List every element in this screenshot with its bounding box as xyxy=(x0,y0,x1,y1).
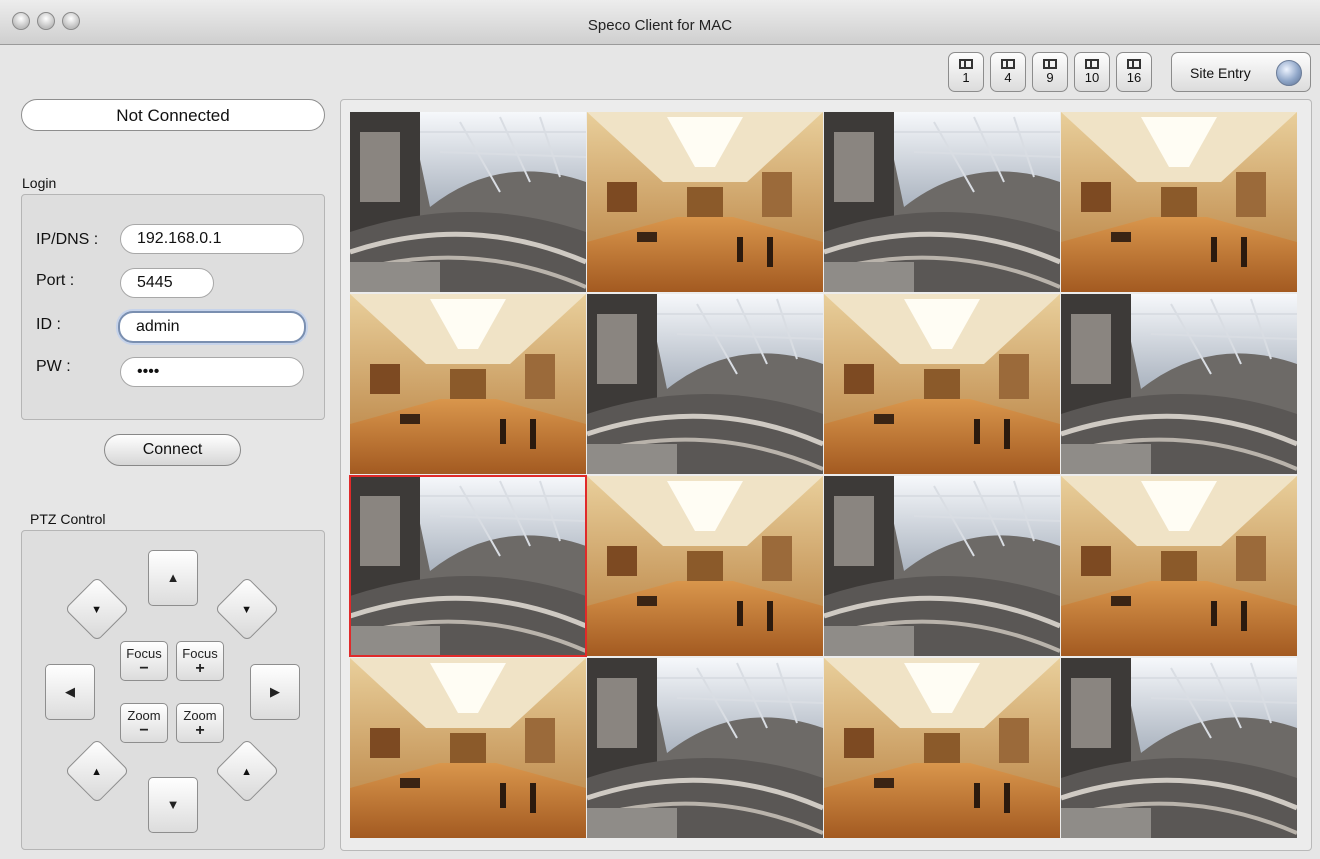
camera-tile[interactable] xyxy=(350,294,586,474)
grid-icon xyxy=(1043,59,1057,69)
arrow-icon: ▼ xyxy=(241,604,253,617)
camera-tile[interactable] xyxy=(587,476,823,656)
zoom-plus-button[interactable]: Zoom + xyxy=(176,703,224,743)
ptz-left-button[interactable]: ◀ xyxy=(45,664,95,720)
site-entry-button[interactable]: Site Entry xyxy=(1171,52,1311,92)
camera-tile[interactable] xyxy=(824,658,1060,838)
camera-tile[interactable] xyxy=(824,112,1060,292)
camera-tile[interactable] xyxy=(350,658,586,838)
layout-9-button[interactable]: 9 xyxy=(1032,52,1068,92)
zoom-minus-button[interactable]: Zoom − xyxy=(120,703,168,743)
site-entry-label: Site Entry xyxy=(1190,65,1251,81)
camera-tile[interactable] xyxy=(1061,294,1297,474)
arrow-down-icon: ▼ xyxy=(166,797,180,812)
pw-label: PW : xyxy=(36,358,71,375)
id-label: ID : xyxy=(36,316,61,333)
arrow-up-icon: ▲ xyxy=(166,570,180,585)
arrow-icon: ▲ xyxy=(241,766,253,779)
grid-icon xyxy=(1085,59,1099,69)
camera-tile[interactable] xyxy=(587,658,823,838)
camera-tile[interactable] xyxy=(1061,476,1297,656)
login-group: IP/DNS : 192.168.0.1 Port : 5445 ID : ad… xyxy=(21,194,325,420)
arrow-icon: ▲ xyxy=(91,766,103,779)
id-input[interactable]: admin xyxy=(118,311,306,343)
port-label: Port : xyxy=(36,272,75,289)
login-section-label: Login xyxy=(22,175,57,191)
arrow-left-icon: ◀ xyxy=(65,684,75,699)
focus-plus-button[interactable]: Focus + xyxy=(176,641,224,681)
layout-16-button[interactable]: 16 xyxy=(1116,52,1152,92)
camera-tile[interactable] xyxy=(350,112,586,292)
layout-1-button[interactable]: 1 xyxy=(948,52,984,92)
grid-icon xyxy=(1127,59,1141,69)
window-titlebar: Speco Client for MAC xyxy=(0,0,1320,45)
focus-minus-button[interactable]: Focus − xyxy=(120,641,168,681)
window-title: Speco Client for MAC xyxy=(587,17,733,34)
arrow-icon: ▼ xyxy=(91,604,103,617)
camera-tile[interactable] xyxy=(824,476,1060,656)
globe-icon xyxy=(1276,60,1302,86)
camera-tile[interactable] xyxy=(587,294,823,474)
password-input[interactable]: •••• xyxy=(120,357,304,387)
camera-tile[interactable] xyxy=(1061,112,1297,292)
ip-label: IP/DNS : xyxy=(36,231,99,248)
connect-button[interactable]: Connect xyxy=(104,434,241,466)
ptz-down-button[interactable]: ▼ xyxy=(148,777,198,833)
ptz-section-label: PTZ Control xyxy=(30,511,106,527)
ip-dns-input[interactable]: 192.168.0.1 xyxy=(120,224,304,254)
layout-4-button[interactable]: 4 xyxy=(990,52,1026,92)
layout-10-button[interactable]: 10 xyxy=(1074,52,1110,92)
camera-tile-selected[interactable] xyxy=(349,475,587,657)
camera-tile[interactable] xyxy=(1061,658,1297,838)
grid-icon xyxy=(1001,59,1015,69)
arrow-right-icon: ▶ xyxy=(270,684,280,699)
camera-tile[interactable] xyxy=(587,112,823,292)
connection-status: Not Connected xyxy=(21,99,325,131)
port-input[interactable]: 5445 xyxy=(120,268,214,298)
ptz-up-button[interactable]: ▲ xyxy=(148,550,198,606)
grid-icon xyxy=(959,59,973,69)
camera-tile[interactable] xyxy=(824,294,1060,474)
ptz-right-button[interactable]: ▶ xyxy=(250,664,300,720)
